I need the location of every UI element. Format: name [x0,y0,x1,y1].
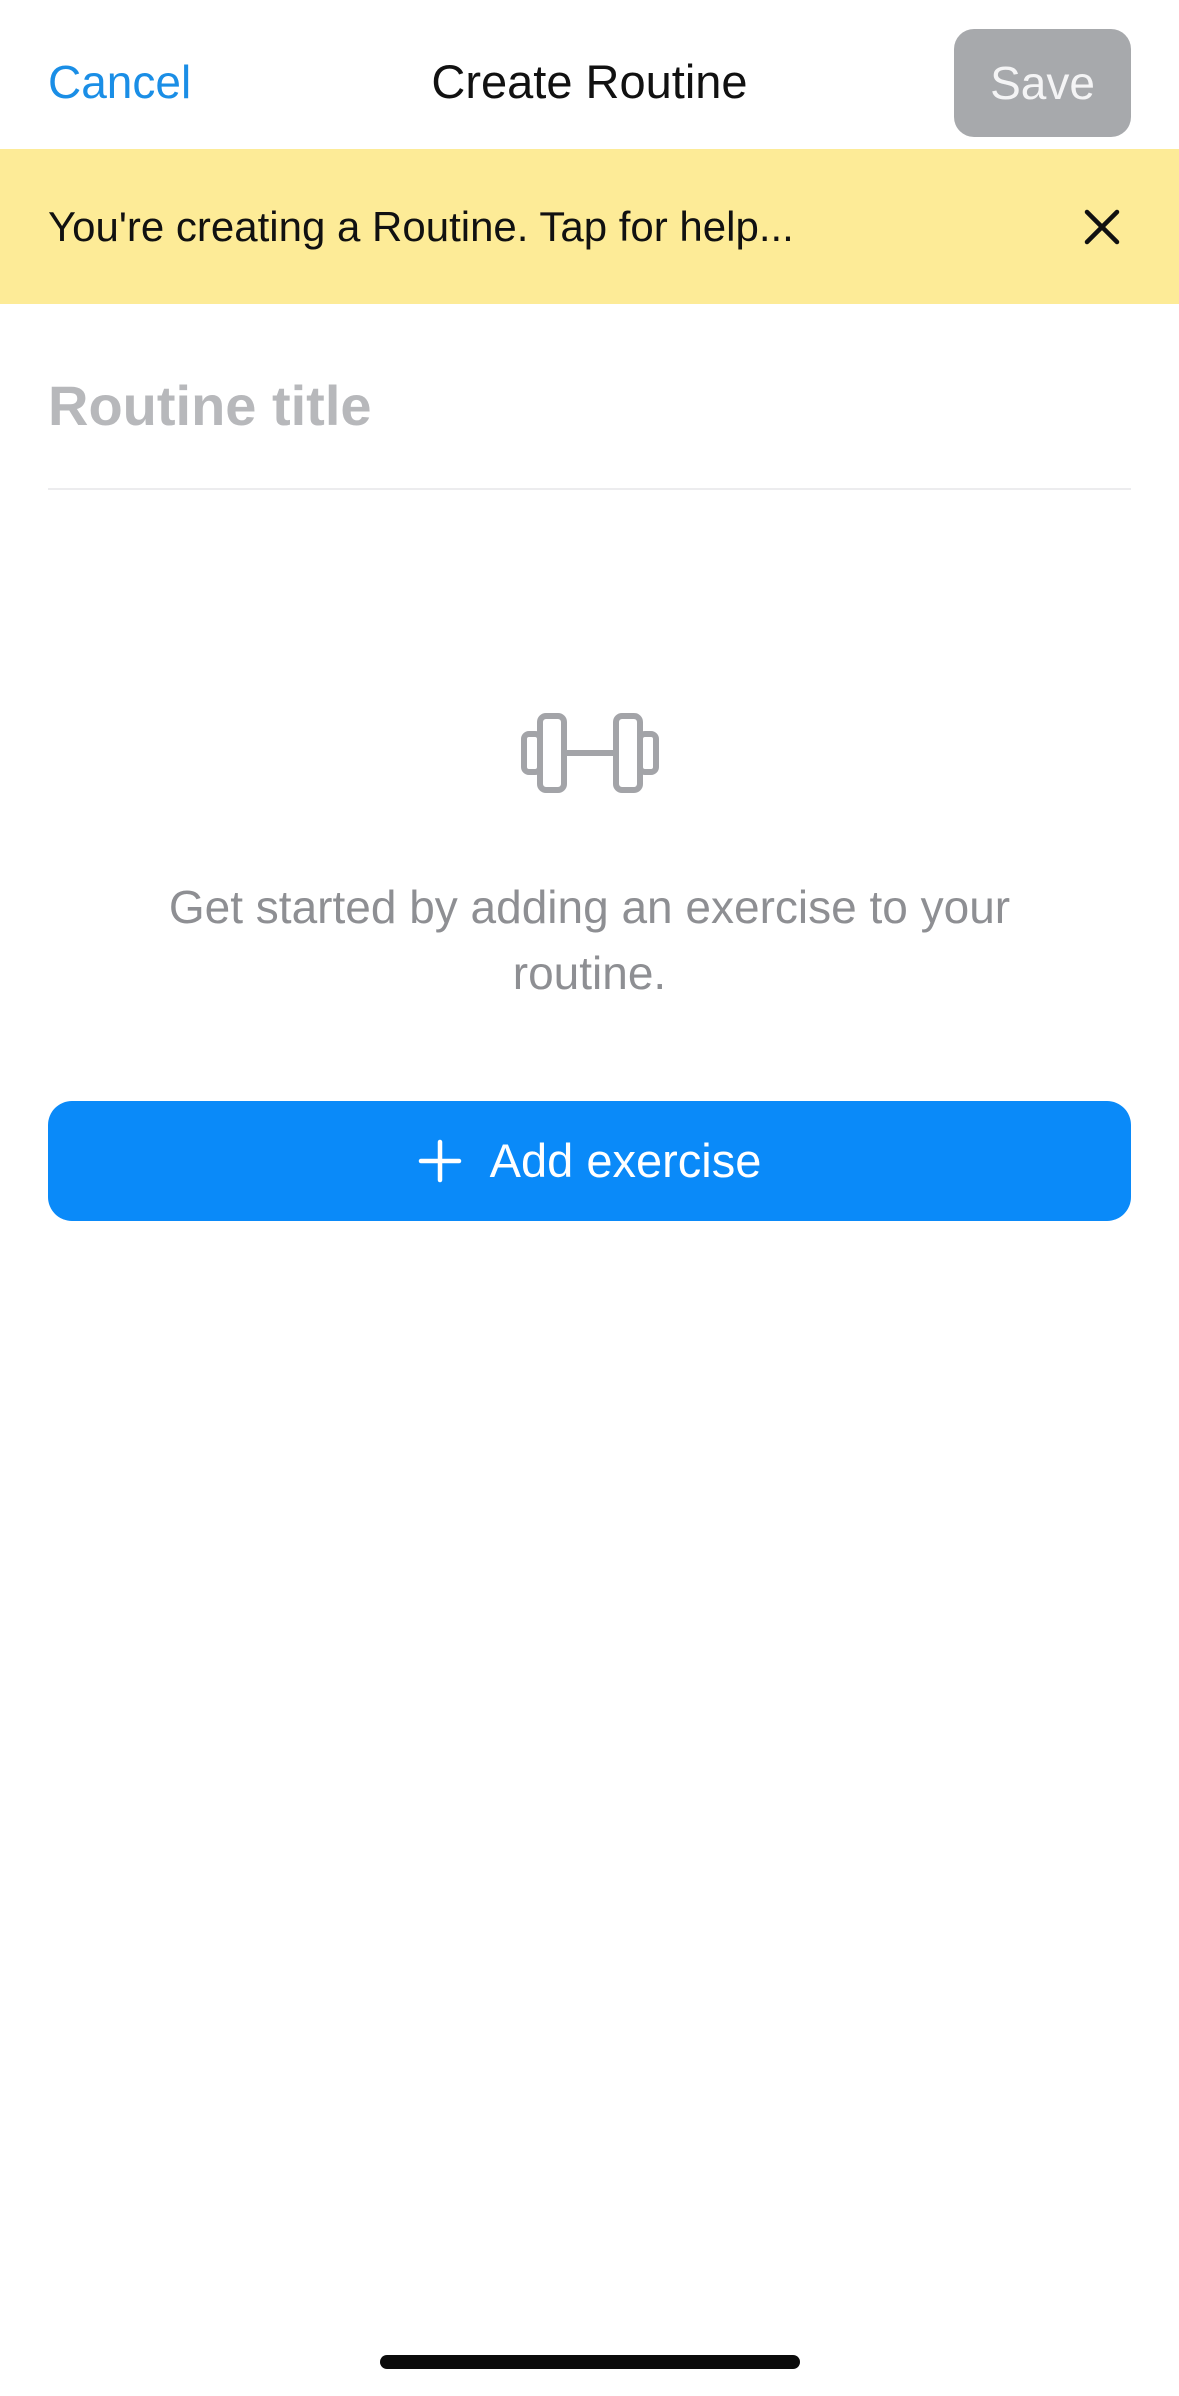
empty-state-message: Get started by adding an exercise to you… [168,881,1011,999]
plus-icon [418,1139,461,1183]
add-exercise-button[interactable]: Add exercise [48,1101,1131,1221]
routine-title-input[interactable] [48,350,1131,460]
home-indicator[interactable] [380,2355,800,2369]
close-icon[interactable] [1081,206,1123,248]
help-banner[interactable]: You're creating a Routine. Tap for help.… [0,149,1179,304]
routine-title-field [48,350,1131,490]
cancel-button[interactable]: Cancel [48,50,191,114]
navigation-bar: Cancel Create Routine Save [0,0,1179,149]
save-button[interactable]: Save [954,29,1131,137]
dumbbell-icon [521,713,659,793]
help-banner-text[interactable]: You're creating a Routine. Tap for help.… [48,195,794,259]
add-exercise-label: Add exercise [489,1134,762,1187]
